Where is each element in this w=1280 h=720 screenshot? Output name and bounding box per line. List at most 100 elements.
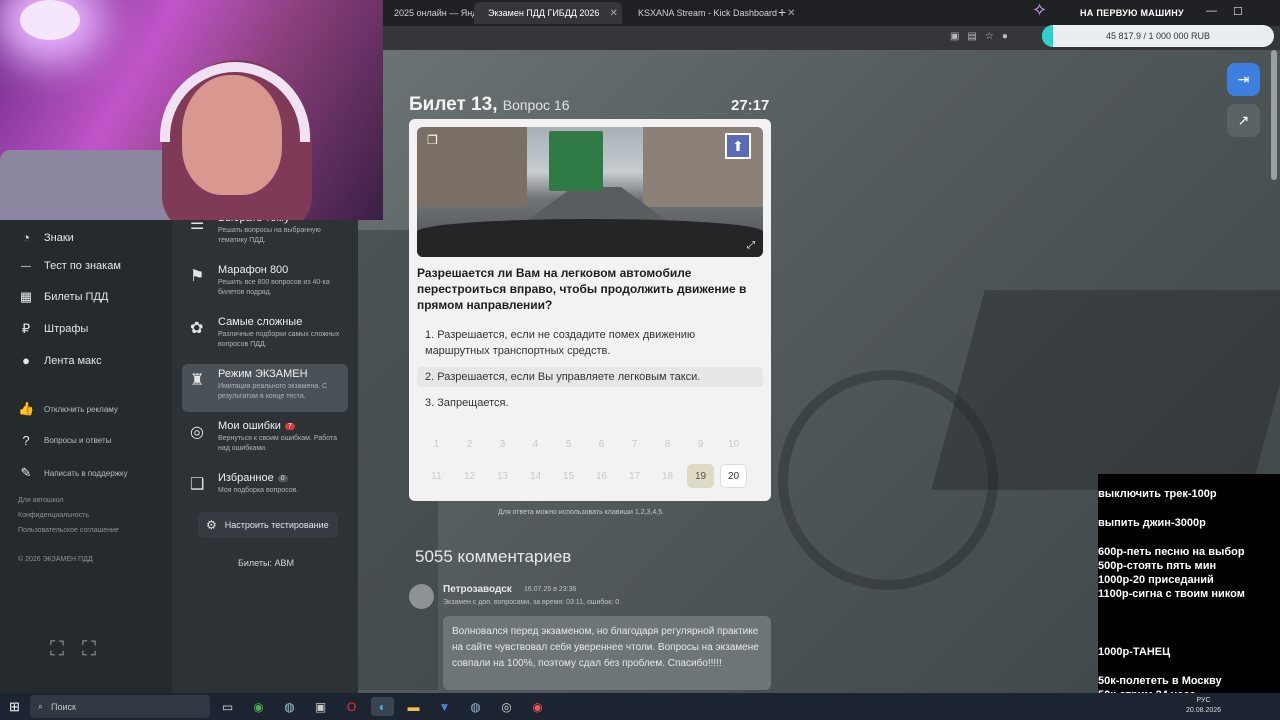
exit-icon: ⇥ (1237, 71, 1250, 87)
nav-item-tickets[interactable]: ▦ Билеты ПДД (18, 289, 109, 305)
avatar (409, 584, 434, 609)
steam-icon[interactable]: ◍ (278, 697, 301, 716)
exit-button[interactable]: ⇥ (1227, 63, 1260, 96)
comment-author[interactable]: Петрозаводск (443, 584, 512, 595)
close-icon[interactable]: ✕ (609, 8, 617, 19)
question-number-button[interactable]: 20 (720, 464, 747, 488)
nav-item-support[interactable]: ✎ Написать в поддержку (18, 465, 128, 481)
tab-exam-pdd[interactable]: Экзамен ПДД ГИБДД 2026 ✕ (474, 2, 622, 24)
comment-body: Волновался перед экзаменом, но благодаря… (443, 616, 771, 690)
donation-menu-overlay: выключить трек-100р выпить джин-3000р 60… (1098, 474, 1280, 701)
runner-icon: ⚑ (190, 268, 205, 285)
scrollbar[interactable] (1271, 50, 1277, 180)
question-number-button[interactable]: 11 (423, 464, 450, 488)
answer-option-2[interactable]: 2. Разрешается, если Вы управляете легко… (417, 367, 763, 387)
question-number-button[interactable]: 8 (654, 432, 681, 456)
question-number-button[interactable]: 4 (522, 432, 549, 456)
nav-item-sign-test[interactable]: — Тест по знакам (18, 260, 121, 272)
bookmark-icon: ❑ (190, 476, 205, 493)
gear-icon: ⚙ (206, 518, 217, 532)
nav-item-faq[interactable]: ? Вопросы и ответы (18, 433, 111, 448)
mode-my-mistakes[interactable]: ◎ Мои ошибки 7 Вернуться к своим ошибкам.… (182, 416, 348, 464)
vpn-icon[interactable]: ▼ (433, 697, 456, 716)
comment-date: 16.07.25 в 23:36 (524, 586, 577, 593)
ticket-title: Билет 13, Вопрос 16 (409, 94, 570, 115)
question-number-button[interactable]: 3 (489, 432, 516, 456)
folder-icon[interactable]: ▬ (402, 697, 425, 716)
mode-marathon[interactable]: ⚑ Марафон 800 Решить все 800 вопросов из… (182, 260, 348, 308)
taskbar-search[interactable]: ⌕ Поиск (30, 695, 210, 718)
question-number-button[interactable]: 13 (489, 464, 516, 488)
question-number-button[interactable]: 2 (456, 432, 483, 456)
edge-icon[interactable]: ◐ (371, 697, 394, 716)
nav-item-signs[interactable]: ◔ Знаки (18, 230, 74, 245)
keyboard-hint: Для ответа можно использовать клавиши 1,… (498, 509, 665, 516)
mistakes-count-badge: 7 (284, 422, 295, 430)
nav-item-disable-ads[interactable]: 👍 Отключить рекламу (18, 401, 118, 417)
chat-icon: ● (22, 353, 30, 368)
tickets-category-label[interactable]: Билеты: ABM (238, 558, 294, 568)
question-number-button[interactable]: 12 (456, 464, 483, 488)
nav-item-fines[interactable]: ₽ Штрафы (18, 321, 88, 337)
comments-title: 5055 комментариев (415, 547, 572, 566)
question-number-button[interactable]: 19 (687, 464, 714, 488)
close-icon[interactable]: ✕ (787, 8, 795, 19)
nav-item-feed[interactable]: ● Лента макс (18, 353, 102, 368)
footer-link-privacy[interactable]: Конфиденциальность (18, 512, 89, 519)
tab-kick-dashboard[interactable]: KSXANA Stream - Kick Dashboard ✕ (624, 2, 795, 24)
question-number-button[interactable]: 14 (522, 464, 549, 488)
question-number-button[interactable]: 18 (654, 464, 681, 488)
extension-icon[interactable]: ▣ (950, 31, 959, 42)
dash-icon: — (21, 260, 31, 272)
expand-icon[interactable]: ⛶ (50, 638, 64, 661)
task-view-icon[interactable]: ▭ (216, 697, 239, 716)
answer-option-1[interactable]: 1. Разрешается, если не создадите помех … (417, 325, 763, 361)
question-number-button[interactable]: 9 (687, 432, 714, 456)
recorder-icon[interactable]: ◉ (526, 697, 549, 716)
search-icon: ⌕ (38, 701, 44, 711)
question-navigator: 1 2 3 4 5 6 7 8 9 10 11 12 13 14 15 16 17 18 19 20 (423, 432, 763, 496)
footer-link-schools[interactable]: Для автошкол (18, 497, 64, 504)
mode-hardest[interactable]: ✿ Самые сложные Различные подборки самых… (182, 312, 348, 360)
goal-progress-text: 45 817.9 / 1 000 000 RUB (1105, 31, 1211, 41)
question-number-button[interactable]: 17 (621, 464, 648, 488)
answer-option-3[interactable]: 3. Запрещается. (417, 393, 763, 413)
headphones-shape (160, 62, 310, 142)
collapse-icon[interactable]: ⛶ (82, 638, 96, 661)
chrome-icon[interactable]: ◉ (247, 697, 270, 716)
favorites-count-badge: 0 (277, 474, 288, 482)
question-number-button[interactable]: 1 (423, 432, 450, 456)
new-tab-button[interactable]: + (778, 4, 786, 20)
mode-favorites[interactable]: ❑ Избранное 0 Моя подборка вопросов. (182, 468, 348, 516)
brain-icon: ✿ (190, 320, 204, 337)
minimize-button[interactable]: — (1206, 5, 1217, 17)
webcam-overlay (0, 0, 383, 220)
configure-testing-button[interactable]: ⚙ Настроить тестирование (198, 512, 338, 538)
question-number-button[interactable]: 7 (621, 432, 648, 456)
ruble-icon: ₽ (21, 321, 31, 336)
steam2-icon[interactable]: ◍ (464, 697, 487, 716)
fullscreen-controls: ⛶ ⛶ (50, 638, 96, 661)
obs-icon[interactable]: ◎ (495, 697, 518, 716)
question-number-button[interactable]: 15 (555, 464, 582, 488)
question-number-button[interactable]: 10 (720, 432, 747, 456)
profile-icon[interactable]: ● (1002, 31, 1008, 42)
save-page-icon[interactable]: ▤ (967, 31, 976, 42)
windows-start-icon[interactable]: ⊞ (9, 699, 20, 715)
footer-link-terms[interactable]: Пользовательское соглашение (18, 527, 119, 534)
expand-image-icon[interactable]: ⤢ (747, 240, 755, 251)
files-icon[interactable]: ▣ (309, 697, 332, 716)
opera-icon[interactable]: O (340, 697, 363, 716)
cup-icon: ♜ (190, 372, 205, 389)
bookmark-icon[interactable]: ❐ (427, 133, 438, 147)
question-number-button[interactable]: 5 (555, 432, 582, 456)
donation-item: 600р-петь песню на выбор (1098, 546, 1245, 558)
tab-yandex[interactable]: 2025 онлайн — Янде (380, 2, 482, 24)
donation-item: 1000р-ТАНЕЦ (1098, 646, 1171, 658)
maximize-button[interactable]: ☐ (1233, 5, 1243, 18)
mode-exam[interactable]: ♜ Режим ЭКЗАМЕН Имитация реального экзам… (182, 364, 348, 412)
star-icon[interactable]: ☆ (985, 31, 994, 42)
stats-button[interactable]: ↗ (1227, 104, 1260, 137)
question-number-button[interactable]: 6 (588, 432, 615, 456)
question-number-button[interactable]: 16 (588, 464, 615, 488)
